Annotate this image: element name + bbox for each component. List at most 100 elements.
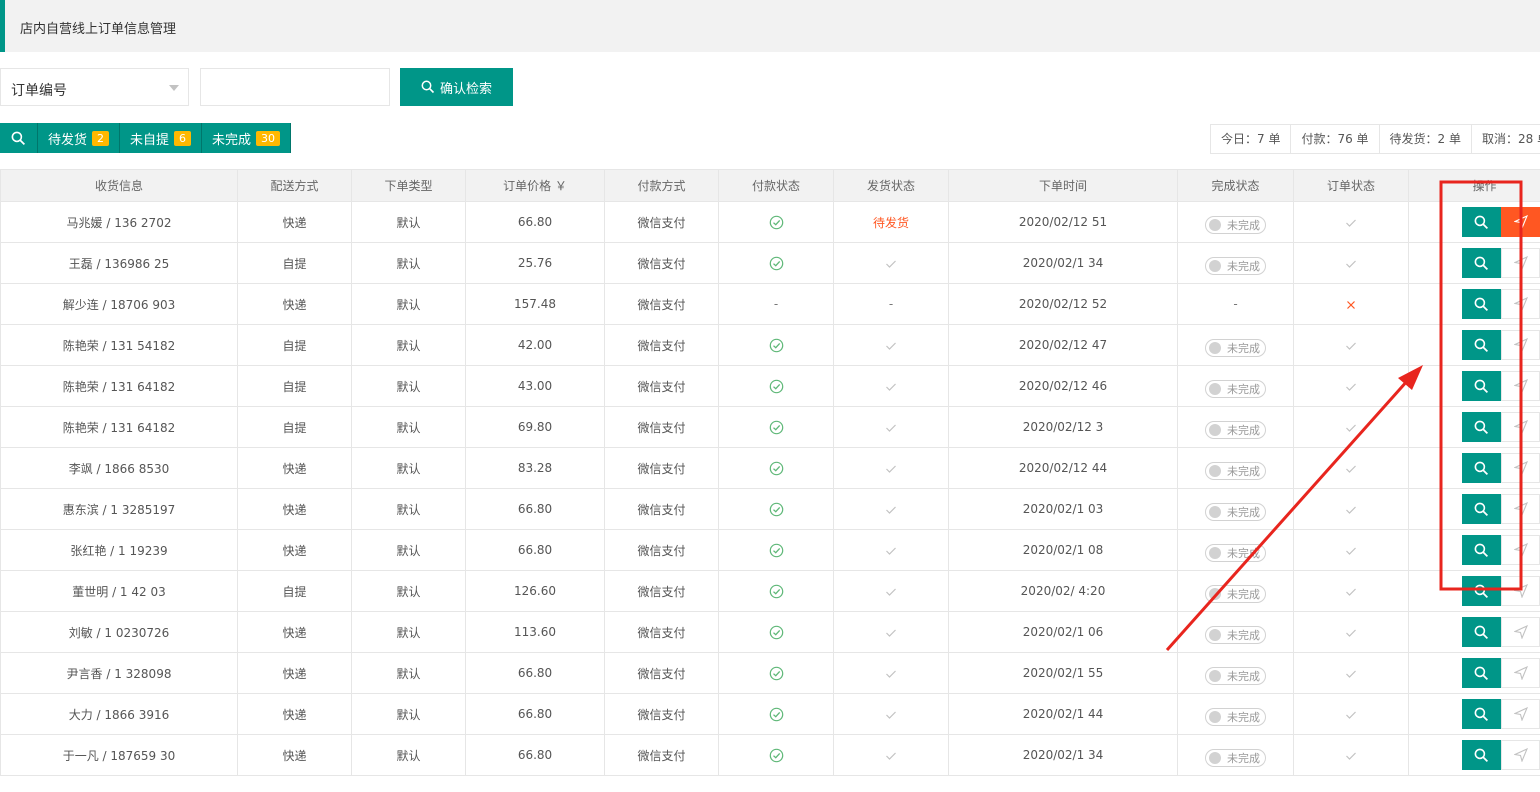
complete-toggle[interactable]: 未完成 xyxy=(1205,257,1266,275)
filter-not-completed[interactable]: 未完成 30 xyxy=(202,123,292,153)
view-order-button[interactable] xyxy=(1462,740,1501,770)
shipped-check-icon xyxy=(885,584,897,598)
order-check-icon xyxy=(1345,215,1357,229)
actions-cell xyxy=(1408,529,1540,571)
column-header: 完成状态 xyxy=(1177,169,1294,202)
pay-status-cell xyxy=(718,488,834,530)
toggle-knob xyxy=(1209,629,1221,641)
complete-toggle[interactable]: 未完成 xyxy=(1205,503,1266,521)
table-row: 大力 / 1866 3916 快递 默认 66.80 微信支付 2020/02/1 44 未… xyxy=(0,693,1540,735)
column-header: 付款方式 xyxy=(604,169,719,202)
ship-status-cell xyxy=(833,734,949,776)
view-order-button[interactable] xyxy=(1462,617,1501,647)
price-cell: 157.48 xyxy=(465,283,605,325)
order-check-icon xyxy=(1345,625,1357,639)
table-row: 惠东滨 / 1 3285197 快递 默认 66.80 微信支付 2020/02/1 03… xyxy=(0,488,1540,530)
view-order-button[interactable] xyxy=(1462,207,1501,237)
toggle-knob xyxy=(1209,588,1221,600)
price-cell: 25.76 xyxy=(465,242,605,284)
confirm-search-button[interactable]: 确认检索 xyxy=(400,68,513,106)
actions-cell xyxy=(1408,570,1540,612)
complete-toggle[interactable]: 未完成 xyxy=(1205,626,1266,644)
delivery-cell: 自提 xyxy=(237,242,352,284)
ship-order-button[interactable] xyxy=(1501,248,1540,278)
send-icon xyxy=(1513,666,1528,680)
pay-status-cell xyxy=(718,529,834,571)
order-check-icon xyxy=(1345,256,1357,270)
table-row: 董世明 / 1 42 03 自提 默认 126.60 微信支付 2020/02/ 4:20… xyxy=(0,570,1540,612)
complete-toggle[interactable]: 未完成 xyxy=(1205,708,1266,726)
quick-search-button[interactable] xyxy=(0,123,38,153)
ship-order-button[interactable] xyxy=(1501,535,1540,565)
complete-toggle[interactable]: 未完成 xyxy=(1205,339,1266,357)
filter-pending-shipment[interactable]: 待发货 2 xyxy=(38,123,121,153)
toggle-label: 未完成 xyxy=(1227,342,1260,355)
delivery-cell: 快递 xyxy=(237,611,352,653)
pay-method-cell: 微信支付 xyxy=(604,611,719,653)
complete-toggle[interactable]: 未完成 xyxy=(1205,544,1266,562)
order-status-cell xyxy=(1293,652,1409,694)
price-cell: 66.80 xyxy=(465,201,605,243)
toggle-label: 未完成 xyxy=(1227,219,1260,232)
send-icon xyxy=(1513,748,1528,762)
ship-order-button[interactable] xyxy=(1501,576,1540,606)
complete-toggle[interactable]: 未完成 xyxy=(1205,380,1266,398)
complete-toggle[interactable]: 未完成 xyxy=(1205,216,1266,234)
delivery-cell: 快递 xyxy=(237,283,352,325)
shipped-check-icon xyxy=(885,379,897,393)
receiver-cell: 张红艳 / 1 19239 xyxy=(0,529,238,571)
order-time-cell: 2020/02/12 52 xyxy=(948,283,1178,325)
order-time-cell: 2020/02/1 06 xyxy=(948,611,1178,653)
order-status-cell xyxy=(1293,447,1409,489)
paid-check-icon xyxy=(769,707,784,721)
toggle-label: 未完成 xyxy=(1227,465,1260,478)
view-order-button[interactable] xyxy=(1462,453,1501,483)
ship-order-button[interactable] xyxy=(1501,494,1540,524)
view-order-button[interactable] xyxy=(1462,535,1501,565)
actions-cell xyxy=(1408,693,1540,735)
ship-order-button[interactable] xyxy=(1501,453,1540,483)
ship-order-button[interactable] xyxy=(1501,371,1540,401)
complete-toggle[interactable]: 未完成 xyxy=(1205,667,1266,685)
view-order-button[interactable] xyxy=(1462,330,1501,360)
view-order-button[interactable] xyxy=(1462,371,1501,401)
column-header: 操作 xyxy=(1408,169,1540,202)
filter-not-picked-up[interactable]: 未自提 6 xyxy=(120,123,203,153)
table-row: 尹言香 / 1 328098 快递 默认 66.80 微信支付 2020/02/1 55 未… xyxy=(0,652,1540,694)
pay-method-cell: 微信支付 xyxy=(604,201,719,243)
ship-order-button[interactable] xyxy=(1501,207,1540,237)
ship-order-button[interactable] xyxy=(1501,617,1540,647)
complete-toggle[interactable]: 未完成 xyxy=(1205,462,1266,480)
search-icon xyxy=(1474,502,1488,516)
ship-order-button[interactable] xyxy=(1501,289,1540,319)
ship-order-button[interactable] xyxy=(1501,699,1540,729)
actions-cell xyxy=(1408,242,1540,284)
ship-order-button[interactable] xyxy=(1501,658,1540,688)
ship-status-cell xyxy=(833,365,949,407)
complete-toggle[interactable]: 未完成 xyxy=(1205,585,1266,603)
view-order-button[interactable] xyxy=(1462,658,1501,688)
search-field-select[interactable]: 订单编号 xyxy=(0,68,189,106)
delivery-cell: 快递 xyxy=(237,734,352,776)
view-order-button[interactable] xyxy=(1462,248,1501,278)
complete-status-cell: 未完成 xyxy=(1177,611,1294,653)
table-row: 王磊 / 136986 25 自提 默认 25.76 微信支付 2020/02/1 34 未… xyxy=(0,242,1540,284)
view-order-button[interactable] xyxy=(1462,576,1501,606)
view-order-button[interactable] xyxy=(1462,494,1501,524)
ship-order-button[interactable] xyxy=(1501,412,1540,442)
complete-toggle[interactable]: 未完成 xyxy=(1205,749,1266,767)
count-badge: 6 xyxy=(174,130,192,146)
search-input[interactable] xyxy=(200,68,390,106)
toggle-knob xyxy=(1209,260,1221,272)
ship-order-button[interactable] xyxy=(1501,330,1540,360)
view-order-button[interactable] xyxy=(1462,289,1501,319)
pay-method-cell: 微信支付 xyxy=(604,652,719,694)
view-order-button[interactable] xyxy=(1462,412,1501,442)
shipped-check-icon xyxy=(885,461,897,475)
complete-toggle[interactable]: 未完成 xyxy=(1205,421,1266,439)
send-icon xyxy=(1513,461,1528,475)
toggle-knob xyxy=(1209,506,1221,518)
ship-order-button[interactable] xyxy=(1501,740,1540,770)
order-type-cell: 默认 xyxy=(351,529,466,571)
view-order-button[interactable] xyxy=(1462,699,1501,729)
